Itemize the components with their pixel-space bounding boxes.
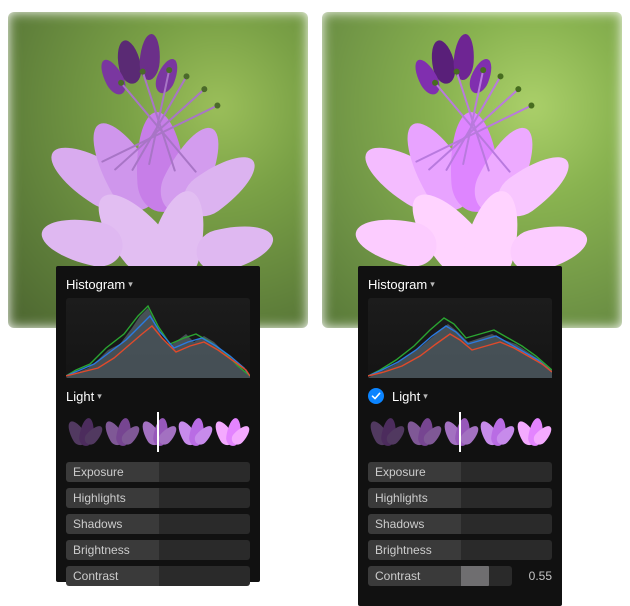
brightness-slider[interactable]: Brightness — [66, 540, 250, 560]
shadows-slider[interactable]: Shadows — [368, 514, 552, 534]
light-label: Light — [66, 389, 94, 404]
brightness-label: Brightness — [368, 540, 461, 560]
brightness-track[interactable] — [461, 540, 552, 560]
exposure-track[interactable] — [159, 462, 250, 482]
preset-handle[interactable] — [459, 412, 461, 452]
histogram-svg — [368, 298, 552, 378]
contrast-slider[interactable]: Contrast — [66, 566, 250, 586]
highlights-slider[interactable]: Highlights — [66, 488, 250, 508]
contrast-track[interactable] — [159, 566, 250, 586]
histogram-display — [66, 298, 250, 378]
adjustments-panel-before: Histogram ▾ Light ▾ — [56, 266, 260, 582]
highlights-track[interactable] — [159, 488, 250, 508]
exposure-slider[interactable]: Exposure — [368, 462, 552, 482]
shadows-track[interactable] — [159, 514, 250, 534]
highlights-slider[interactable]: Highlights — [368, 488, 552, 508]
contrast-track[interactable] — [461, 566, 512, 586]
histogram-header[interactable]: Histogram ▾ — [66, 274, 250, 294]
light-preset-strip[interactable] — [66, 412, 250, 452]
adjustments-panel-after: Histogram ▾ Light ▾ — [358, 266, 562, 606]
preset-handle[interactable] — [157, 412, 159, 452]
contrast-value: 0.55 — [518, 569, 552, 583]
shadows-label: Shadows — [368, 514, 461, 534]
light-preset-strip[interactable] — [368, 412, 552, 452]
light-enabled-check-icon[interactable] — [368, 388, 384, 404]
brightness-track[interactable] — [159, 540, 250, 560]
brightness-label: Brightness — [66, 540, 159, 560]
histogram-header[interactable]: Histogram ▾ — [368, 274, 552, 294]
chevron-down-icon: ▾ — [423, 391, 428, 402]
shadows-slider[interactable]: Shadows — [66, 514, 250, 534]
light-header[interactable]: Light ▾ — [368, 384, 552, 408]
histogram-svg — [66, 298, 250, 378]
brightness-slider[interactable]: Brightness — [368, 540, 552, 560]
exposure-track[interactable] — [461, 462, 552, 482]
contrast-slider[interactable]: Contrast 0.55 — [368, 566, 552, 586]
histogram-label: Histogram — [368, 277, 427, 292]
exposure-label: Exposure — [66, 462, 159, 482]
highlights-label: Highlights — [66, 488, 159, 508]
contrast-label: Contrast — [66, 566, 159, 586]
histogram-display — [368, 298, 552, 378]
exposure-slider[interactable]: Exposure — [66, 462, 250, 482]
chevron-down-icon: ▾ — [128, 279, 133, 290]
highlights-track[interactable] — [461, 488, 552, 508]
shadows-track[interactable] — [461, 514, 552, 534]
shadows-label: Shadows — [66, 514, 159, 534]
histogram-label: Histogram — [66, 277, 125, 292]
chevron-down-icon: ▾ — [430, 279, 435, 290]
chevron-down-icon: ▾ — [97, 391, 102, 402]
light-header[interactable]: Light ▾ — [66, 384, 250, 408]
exposure-label: Exposure — [368, 462, 461, 482]
highlights-label: Highlights — [368, 488, 461, 508]
light-label: Light — [392, 389, 420, 404]
contrast-label: Contrast — [368, 566, 461, 586]
